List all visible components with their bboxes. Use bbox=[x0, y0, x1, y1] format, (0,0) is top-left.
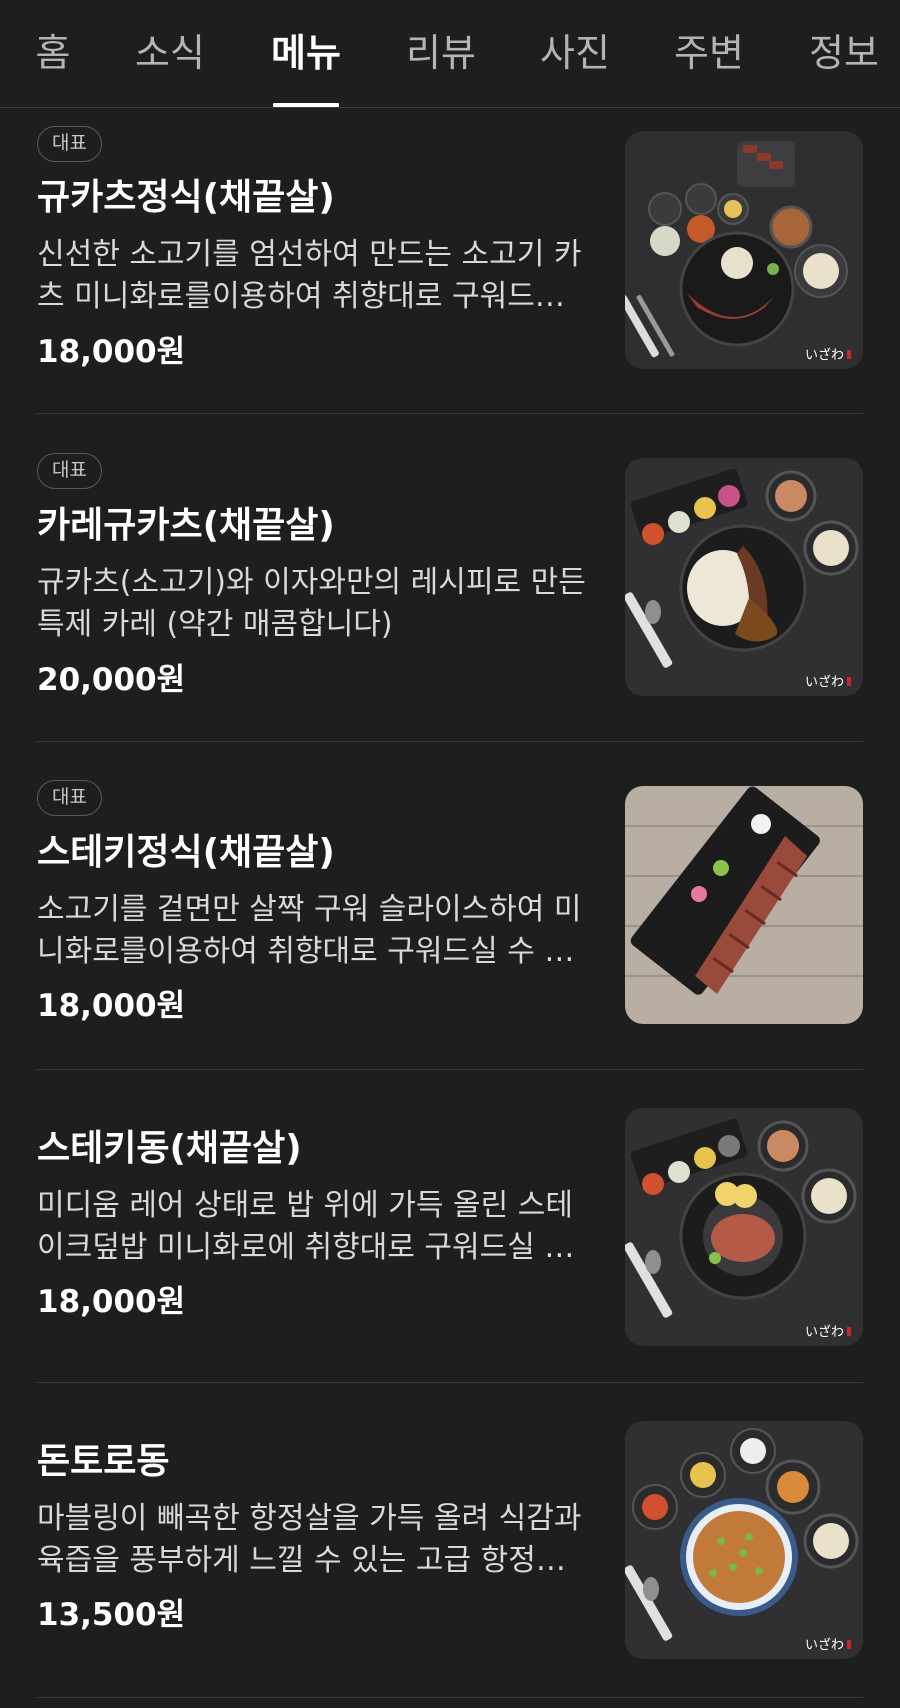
menu-item-steak-set[interactable]: 대표 스테키정식(채끝살) 소고기를 겉면만 살짝 구워 슬라이스하여 미니화로… bbox=[0, 742, 900, 1069]
tab-photos[interactable]: 사진 bbox=[540, 30, 610, 76]
menu-item-price: 18,000원 bbox=[37, 1284, 186, 1320]
menu-item-price: 18,000원 bbox=[37, 334, 186, 370]
menu-item-description: 마블링이 빼곡한 항정살을 가득 올려 식감과 육즙을 풍부하게 느낄 수 있는… bbox=[37, 1501, 582, 1578]
menu-item-photo[interactable]: いざわ bbox=[625, 1108, 863, 1346]
menu-item-name: 규카츠정식(채끝살) bbox=[37, 177, 335, 218]
menu-item-photo[interactable] bbox=[625, 786, 863, 1024]
watermark-text: いざわ bbox=[805, 674, 844, 690]
watermark-text: いざわ bbox=[805, 1324, 844, 1340]
tab-menu[interactable]: 메뉴 bbox=[271, 30, 341, 76]
signature-badge: 대표 bbox=[37, 126, 102, 162]
menu-item-tontoro-don[interactable]: 돈토로동 마블링이 빼곡한 항정살을 가득 올려 식감과 육즙을 풍부하게 느낄… bbox=[0, 1383, 900, 1696]
tab-news[interactable]: 소식 bbox=[135, 30, 205, 76]
menu-item-steak-don[interactable]: 스테키동(채끝살) 미디움 레어 상태로 밥 위에 가득 올린 스테이크덮밥 미… bbox=[0, 1070, 900, 1382]
watermark-text: いざわ bbox=[805, 347, 844, 363]
menu-item-name: 돈토로동 bbox=[37, 1441, 170, 1482]
tab-nearby[interactable]: 주변 bbox=[674, 30, 744, 76]
menu-item-photo[interactable]: いざわ bbox=[625, 1421, 863, 1659]
menu-item-photo[interactable]: いざわ bbox=[625, 131, 863, 369]
menu-item-description: 신선한 소고기를 엄선하여 만드는 소고기 카츠 미니화로를이용하여 취향대로 … bbox=[37, 237, 582, 314]
active-tab-indicator bbox=[273, 103, 339, 107]
menu-item-price: 20,000원 bbox=[37, 662, 186, 698]
menu-item-description: 미디움 레어 상태로 밥 위에 가득 올린 스테이크덮밥 미니화로에 취향대로 … bbox=[37, 1188, 573, 1265]
menu-item-curry-gyukatsu[interactable]: 대표 카레규카츠(채끝살) 규카츠(소고기)와 이자와만의 레시피로 만든 특제… bbox=[0, 414, 900, 741]
signature-badge: 대표 bbox=[37, 780, 102, 816]
signature-badge: 대표 bbox=[37, 453, 102, 489]
menu-item-gyukatsu-set[interactable]: 대표 규카츠정식(채끝살) 신선한 소고기를 엄선하여 만드는 소고기 카츠 미… bbox=[0, 108, 900, 413]
menu-item-description: 규카츠(소고기)와 이자와만의 레시피로 만든 특제 카레 (약간 매콤합니다) bbox=[37, 565, 586, 642]
menu-item-description: 소고기를 겉면만 살짝 구워 슬라이스하여 미니화로를이용하여 취향대로 구워드… bbox=[37, 892, 582, 969]
menu-item-name: 스테키정식(채끝살) bbox=[37, 832, 335, 873]
tab-home[interactable]: 홈 bbox=[36, 30, 71, 76]
menu-item-price: 13,500원 bbox=[37, 1597, 186, 1633]
menu-item-price: 18,000원 bbox=[37, 988, 186, 1024]
item-divider bbox=[37, 1697, 863, 1698]
menu-item-photo[interactable]: いざわ bbox=[625, 458, 863, 696]
watermark-text: いざわ bbox=[805, 1637, 844, 1653]
tab-info[interactable]: 정보 bbox=[809, 30, 879, 76]
menu-item-name: 스테키동(채끝살) bbox=[37, 1128, 302, 1169]
menu-item-name: 카레규카츠(채끝살) bbox=[37, 505, 335, 546]
tab-bar: 홈 소식 메뉴 리뷰 사진 주변 정보 bbox=[0, 0, 900, 108]
tab-reviews[interactable]: 리뷰 bbox=[406, 30, 476, 76]
